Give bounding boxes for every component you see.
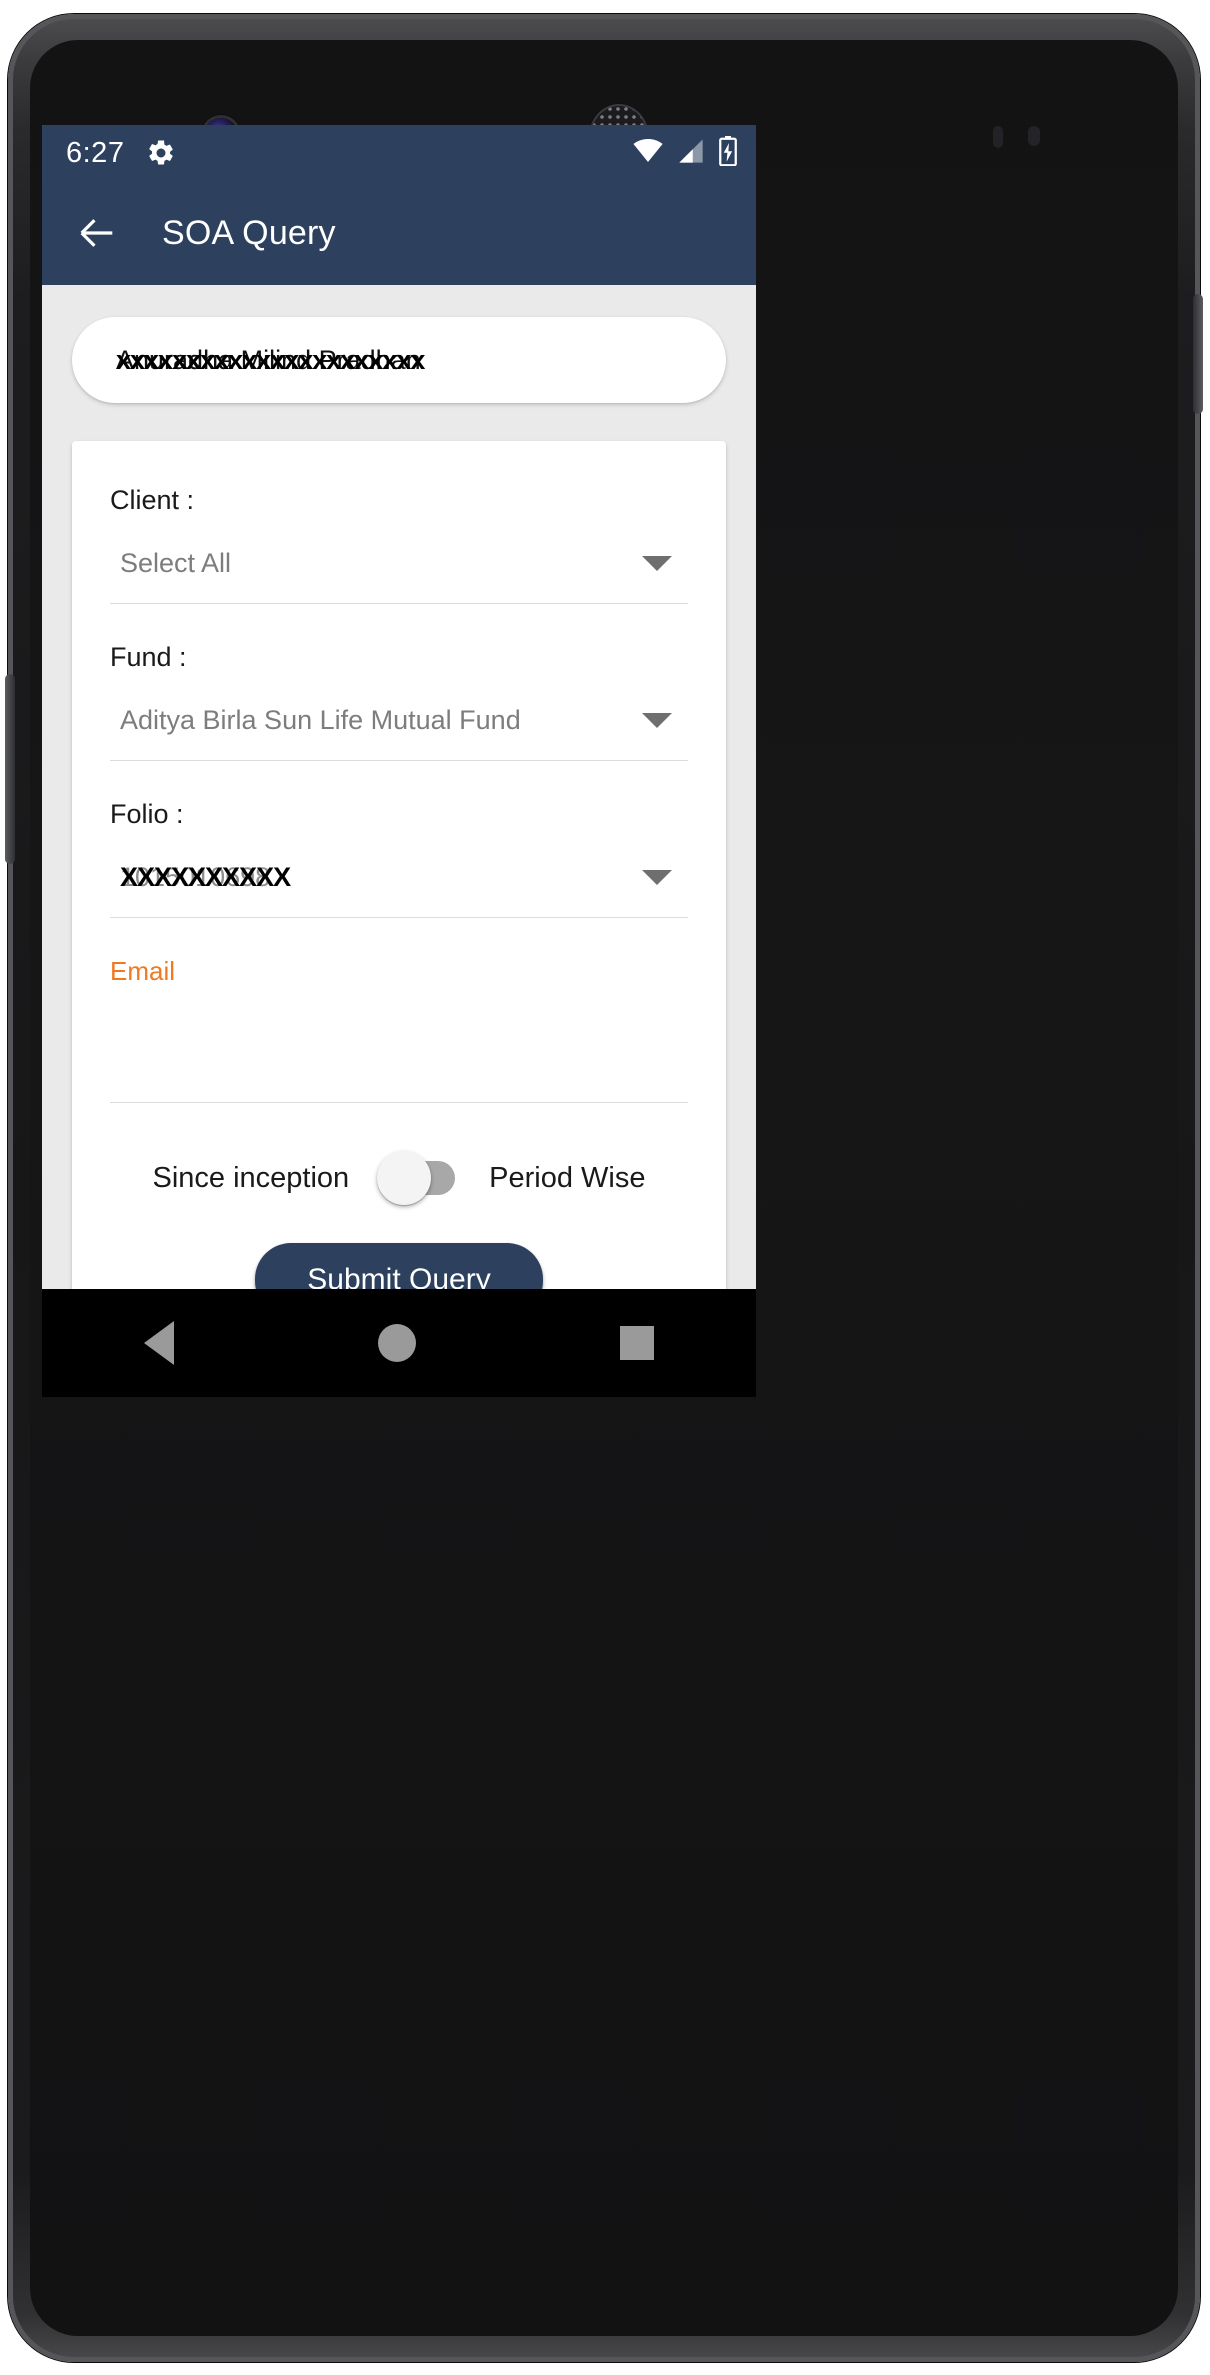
period-toggle-row: Since inception Period Wise <box>110 1107 688 1205</box>
nav-recents-icon[interactable] <box>620 1326 654 1360</box>
app-bar: SOA Query <box>42 181 756 285</box>
period-wise-label: Period Wise <box>489 1161 646 1194</box>
android-navigation-bar <box>42 1289 756 1397</box>
client-value: Select All <box>120 548 232 578</box>
folio-label: Folio : <box>110 799 184 829</box>
page-title: SOA Query <box>162 213 336 252</box>
client-field-group: Client : Select All <box>110 485 688 608</box>
client-label: Client : <box>110 485 195 515</box>
status-icons-group <box>632 135 738 171</box>
fund-dropdown[interactable]: Aditya Birla Sun Life Mutual Fund <box>110 703 688 761</box>
folio-field-group: Folio : 1015010698 XXXXXXXXXX <box>110 765 688 922</box>
fund-value: Aditya Birla Sun Life Mutual Fund <box>120 705 521 735</box>
light-sensor-icon <box>1028 126 1040 146</box>
gear-icon <box>146 138 176 168</box>
folio-value-redaction: XXXXXXXXXX <box>120 862 291 892</box>
status-bar: 6:27 <box>42 125 756 181</box>
status-clock: 6:27 <box>66 136 125 169</box>
nav-back-icon[interactable] <box>144 1321 174 1365</box>
chevron-down-icon[interactable] <box>642 556 672 571</box>
phone-screen: 6:27 SOA Query Anuradha Milind Pradhan x… <box>42 125 756 1397</box>
investor-name-redaction: xxxxxxxxxxxxxxxxxxxxxx <box>116 344 425 375</box>
submit-query-button[interactable]: Submit Query <box>255 1243 543 1289</box>
folio-dropdown[interactable]: 1015010698 XXXXXXXXXX <box>110 860 688 918</box>
fund-field-group: Fund : Aditya Birla Sun Life Mutual Fund <box>110 608 688 765</box>
chevron-down-icon[interactable] <box>642 870 672 885</box>
content-area: Anuradha Milind Pradhan xxxxxxxxxxxxxxxx… <box>42 285 756 1289</box>
folio-value: 1015010698 XXXXXXXXXX <box>120 864 291 891</box>
email-input[interactable] <box>110 1011 688 1103</box>
email-label: Email <box>110 956 176 986</box>
toggle-thumb <box>377 1151 432 1205</box>
period-toggle-switch[interactable] <box>377 1151 456 1205</box>
power-button[interactable] <box>1193 294 1203 414</box>
email-field-group: Email <box>110 922 688 1107</box>
battery-charging-icon <box>718 135 738 171</box>
volume-button[interactable] <box>5 674 15 864</box>
since-inception-label: Since inception <box>152 1161 350 1194</box>
nav-home-icon[interactable] <box>378 1324 416 1362</box>
investor-name: Anuradha Milind Pradhan xxxxxxxxxxxxxxxx… <box>116 344 425 375</box>
cell-signal-icon <box>677 138 705 169</box>
submit-row: Submit Query <box>110 1195 688 1289</box>
investor-name-pill[interactable]: Anuradha Milind Pradhan xxxxxxxxxxxxxxxx… <box>72 317 726 403</box>
soa-query-form-card: Client : Select All Fund : Aditya Birla … <box>72 441 726 1289</box>
fund-label: Fund : <box>110 642 187 672</box>
proximity-sensor-icon <box>993 126 1003 148</box>
client-dropdown[interactable]: Select All <box>110 546 688 604</box>
chevron-down-icon[interactable] <box>642 713 672 728</box>
back-arrow-icon[interactable] <box>76 216 118 250</box>
wifi-icon <box>632 138 664 169</box>
